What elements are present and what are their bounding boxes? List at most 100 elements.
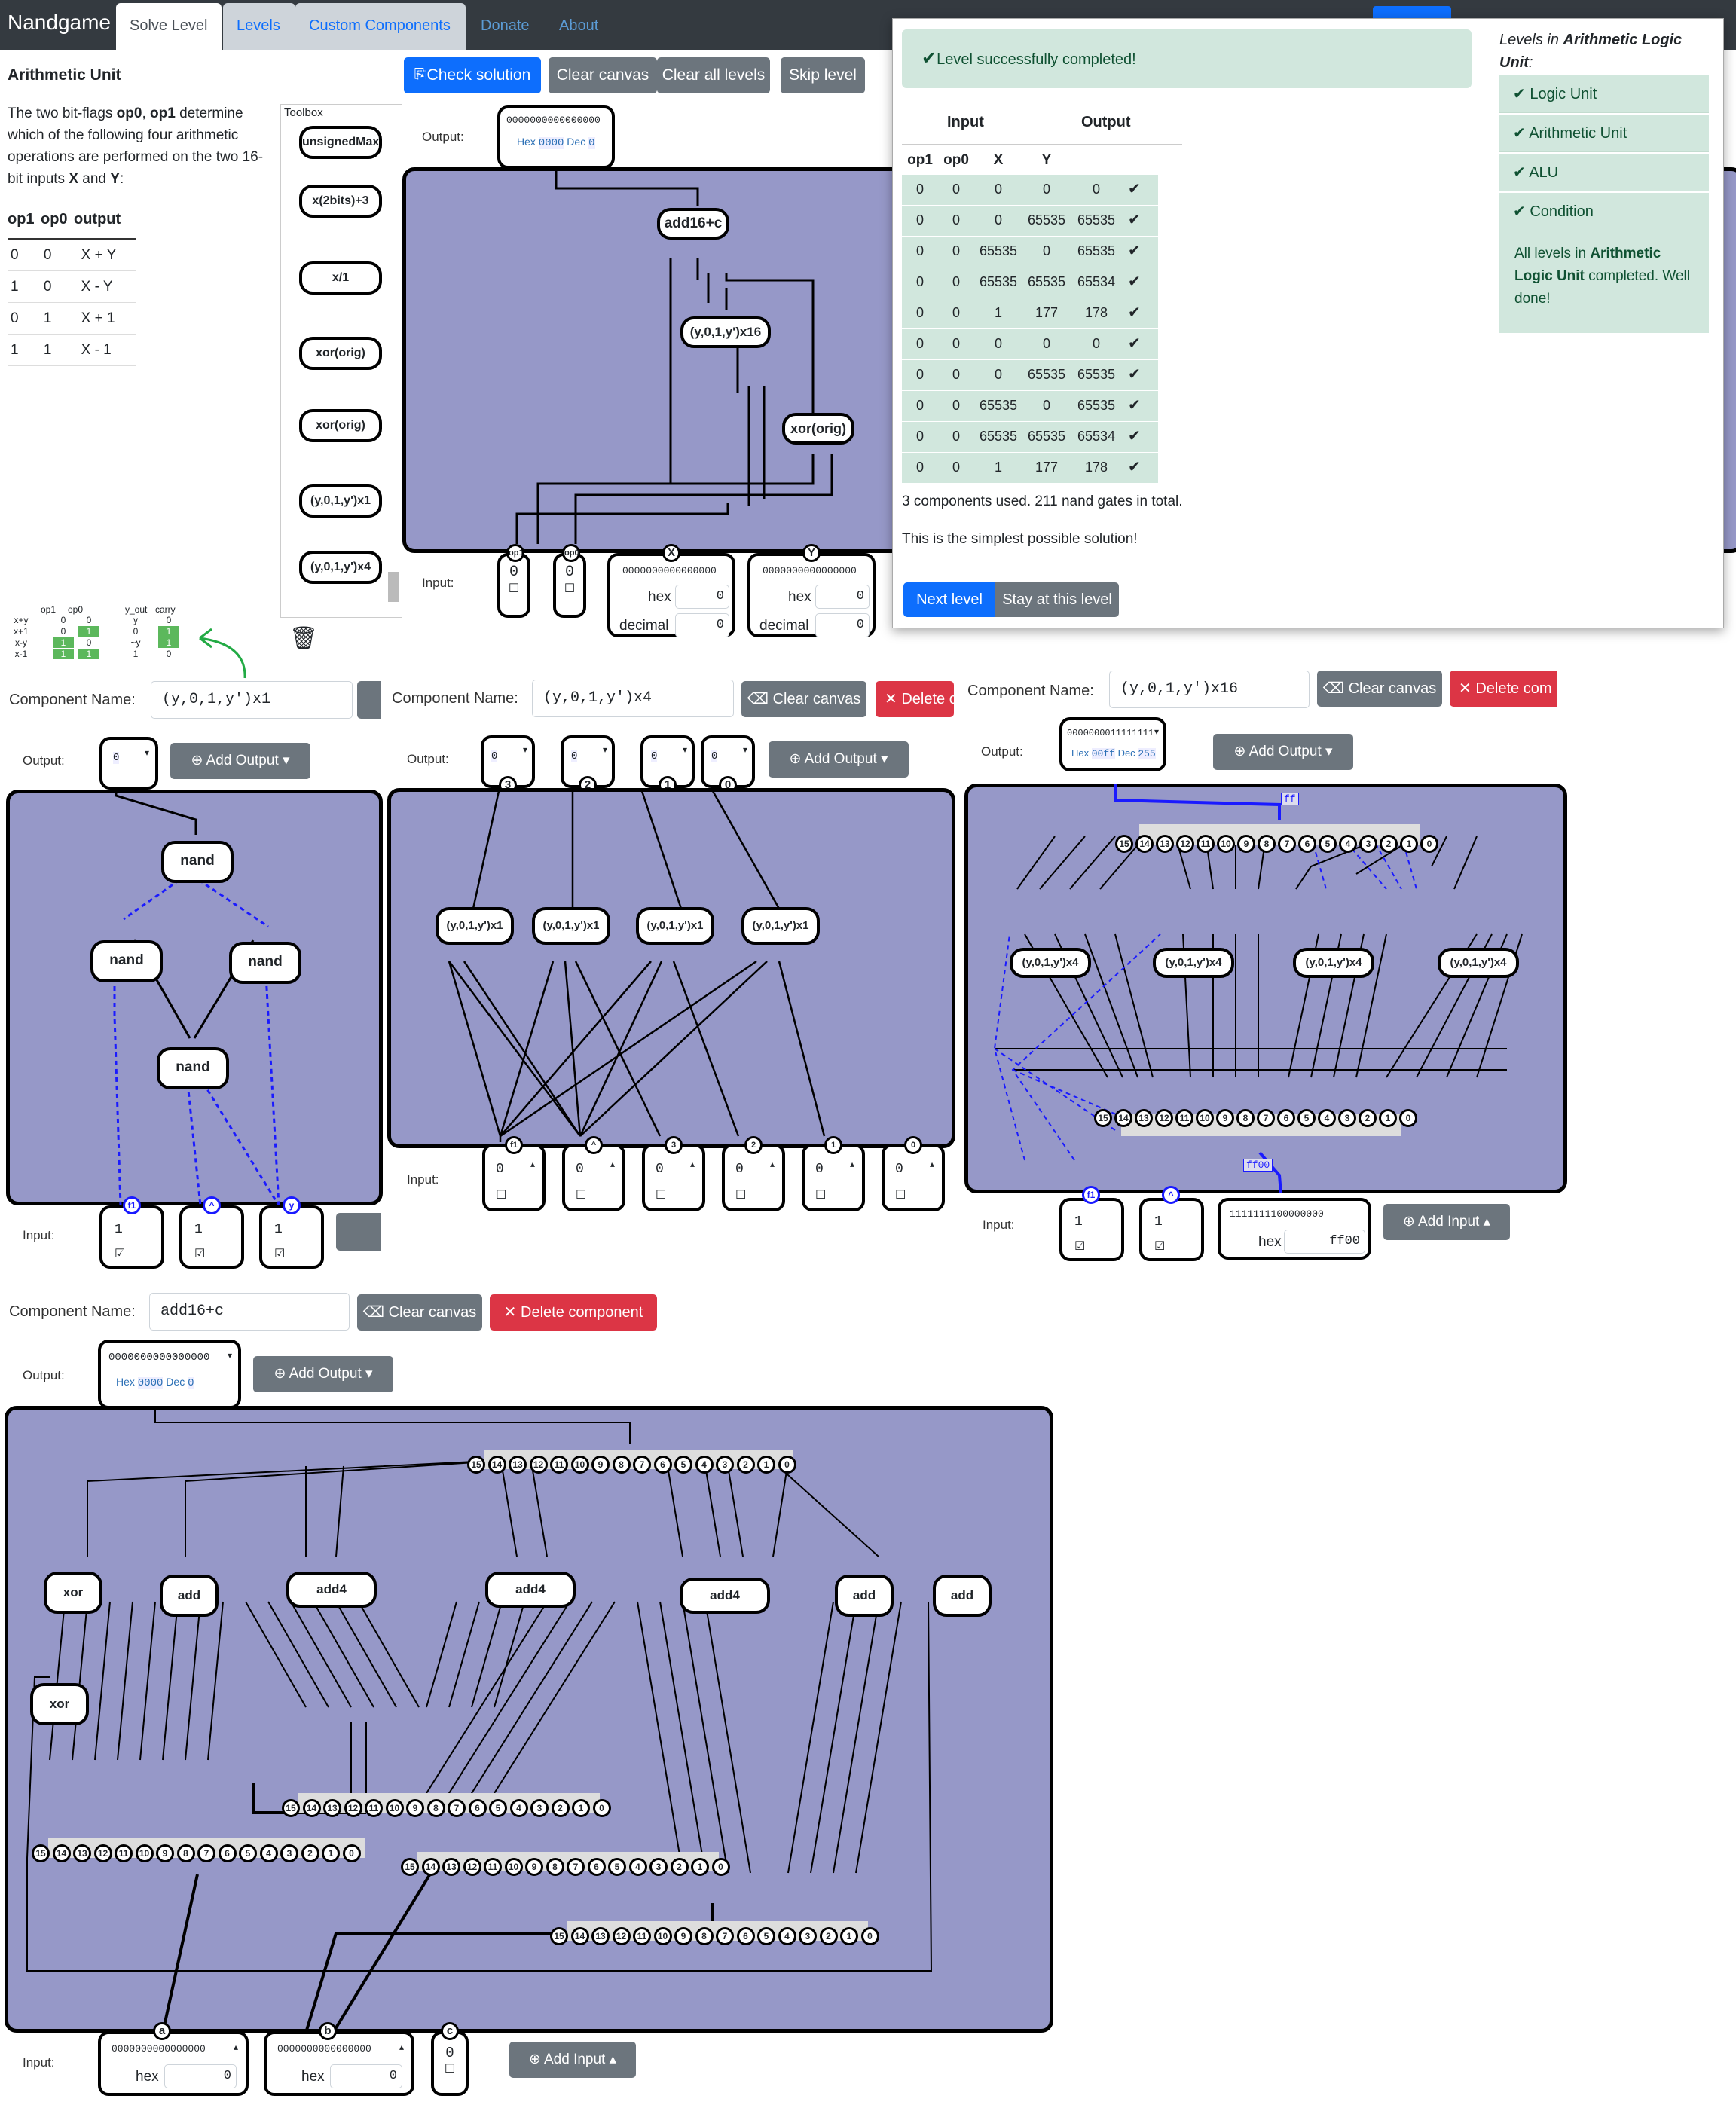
tab-donate[interactable]: Donate xyxy=(467,3,543,50)
comp4-add-input-button[interactable]: ⊕ Add Input ▴ xyxy=(509,2042,636,2078)
comp1-add-output-button[interactable]: ⊕ Add Output ▾ xyxy=(170,743,310,779)
comp3-subcomponent[interactable]: (y,0,1,y')x4 xyxy=(1153,948,1234,978)
y-hex-field[interactable]: 0 xyxy=(815,585,870,609)
next-level-button[interactable]: Next level xyxy=(903,582,995,617)
component-y01y-x16[interactable]: (y,0,1,y')x16 xyxy=(680,316,771,348)
comp4-delete-button[interactable]: ✕ Delete component xyxy=(490,1294,657,1331)
comp2-name-field[interactable]: (y,0,1,y')x4 xyxy=(532,680,734,717)
x-input[interactable]: 0000000000000000 hex 0 decimal 0 xyxy=(607,553,735,637)
check-solution-button[interactable]: ⎘Check solution xyxy=(404,57,541,93)
toolbox-item[interactable]: (y,0,1,y')x4 xyxy=(299,551,382,584)
checkbox-icon[interactable]: ☐ xyxy=(576,1187,586,1202)
comp4-subcomponent[interactable]: add4 xyxy=(286,1572,377,1608)
comp3-add-input-button[interactable]: ⊕ Add Input ▴ xyxy=(1383,1204,1510,1240)
comp4-c-checkbox[interactable]: ☐ xyxy=(434,2061,466,2076)
checkbox-icon[interactable]: ☐ xyxy=(735,1187,746,1202)
comp3-output-box[interactable]: 0000000011111111 ▾ Hex 00ff Dec 255 xyxy=(1059,717,1166,771)
component-add16c[interactable]: add16+c xyxy=(657,208,729,240)
checkbox-checked-icon[interactable]: ☑ xyxy=(1074,1239,1085,1254)
comp4-output-box[interactable]: 0000000000000000 ▾ Hex 0000 Dec 0 xyxy=(98,1340,241,1409)
toolbox-item[interactable]: unsignedMax xyxy=(299,126,382,159)
main-output-box[interactable]: 0000000000000000 Hex 0000 Dec 0 xyxy=(497,105,615,169)
toolbox-item[interactable]: x(2bits)+3 xyxy=(299,185,382,218)
comp1-name-field[interactable]: (y,0,1,y')x1 xyxy=(151,681,353,719)
comp1-output-box[interactable]: 0 ▾ xyxy=(99,737,158,790)
comp4-subcomponent[interactable]: add4 xyxy=(680,1578,770,1614)
comp1-nand-gate-right[interactable]: nand xyxy=(229,942,301,984)
tab-custom-components[interactable]: Custom Components xyxy=(295,3,466,50)
toolbox-item[interactable]: xor(orig) xyxy=(299,337,382,370)
level-list-item[interactable]: ✔ Condition xyxy=(1499,193,1709,231)
comp3-add-output-button[interactable]: ⊕ Add Output ▾ xyxy=(1213,734,1353,770)
comp2-subcomponent[interactable]: (y,0,1,y')x1 xyxy=(532,907,610,945)
tab-about[interactable]: About xyxy=(546,3,612,50)
comp4-a-input[interactable]: 0000000000000000 ▴ hex 0 xyxy=(98,2031,249,2096)
brand-logo[interactable]: Nandgame xyxy=(8,11,111,35)
toolbox-item[interactable]: x/1 xyxy=(299,261,382,295)
comp1-input-1[interactable]: 1 ☑ xyxy=(179,1205,244,1269)
checkbox-icon[interactable]: ☐ xyxy=(895,1187,906,1202)
comp3-input-box[interactable]: 1 ☑ xyxy=(1139,1198,1204,1261)
checkbox-icon[interactable]: ☐ xyxy=(496,1187,506,1202)
comp4-subcomponent[interactable]: add xyxy=(835,1575,894,1617)
op1-input[interactable]: 0 ☐ xyxy=(497,553,530,618)
level-list-item[interactable]: ✔ ALU xyxy=(1499,154,1709,191)
comp3-input-box[interactable]: 1 ☑ xyxy=(1059,1198,1124,1261)
comp2-subcomponent[interactable]: (y,0,1,y')x1 xyxy=(436,907,514,945)
op0-input[interactable]: 0 ☐ xyxy=(553,553,586,618)
comp3-subcomponent[interactable]: (y,0,1,y')x4 xyxy=(1010,948,1091,978)
comp3-hex-field[interactable]: ff00 xyxy=(1284,1230,1365,1254)
toolbox-item[interactable]: xor(orig) xyxy=(299,409,382,442)
comp3-delete-button[interactable]: ✕ Delete com xyxy=(1450,671,1557,707)
comp3-bus-input[interactable]: 1111111100000000 hex ff00 xyxy=(1218,1198,1371,1260)
comp2-clear-button[interactable]: ⌫ Clear canvas xyxy=(741,681,866,717)
comp1-nand-gate-top[interactable]: nand xyxy=(161,841,234,883)
comp4-name-field[interactable]: add16+c xyxy=(149,1293,350,1331)
level-list-item[interactable]: ✔ Logic Unit xyxy=(1499,75,1709,113)
comp3-name-field[interactable]: (y,0,1,y')x16 xyxy=(1109,671,1310,708)
comp2-subcomponent[interactable]: (y,0,1,y')x1 xyxy=(636,907,714,945)
comp1-add-input-button-partial[interactable] xyxy=(336,1213,381,1251)
checkbox-checked-icon[interactable]: ☑ xyxy=(194,1246,205,1261)
comp4-b-hex-field[interactable]: 0 xyxy=(330,2064,402,2088)
y-dec-field[interactable]: 0 xyxy=(815,613,870,637)
trash-icon[interactable]: 🗑 xyxy=(289,625,318,652)
comp4-a-hex-field[interactable]: 0 xyxy=(164,2064,237,2088)
comp4-subcomponent[interactable]: xor xyxy=(44,1572,102,1614)
comp1-clear-button-partial[interactable] xyxy=(357,681,381,719)
comp4-subcomponent[interactable]: add xyxy=(933,1575,992,1617)
comp4-subcomponent[interactable]: add4 xyxy=(485,1572,576,1608)
comp1-input-0[interactable]: 1 ☑ xyxy=(99,1205,164,1269)
skip-level-button[interactable]: Skip level xyxy=(781,57,865,93)
comp4-c-input[interactable]: 0 ☐ xyxy=(431,2031,469,2096)
comp1-nand-gate-bottom[interactable]: nand xyxy=(157,1047,229,1089)
toolbox-item[interactable]: (y,0,1,y')x1 xyxy=(299,484,382,518)
comp4-add-output-button[interactable]: ⊕ Add Output ▾ xyxy=(253,1356,393,1392)
checkbox-checked-icon[interactable]: ☑ xyxy=(274,1246,285,1261)
checkbox-checked-icon[interactable]: ☑ xyxy=(1154,1239,1165,1254)
component-xor-orig[interactable]: xor(orig) xyxy=(782,413,854,445)
checkbox-icon[interactable]: ☐ xyxy=(656,1187,666,1202)
x-dec-field[interactable]: 0 xyxy=(675,613,729,637)
comp3-clear-button[interactable]: ⌫ Clear canvas xyxy=(1317,671,1442,707)
comp1-input-2[interactable]: 1 ☑ xyxy=(259,1205,324,1269)
y-input[interactable]: 0000000000000000 hex 0 decimal 0 xyxy=(747,553,876,637)
op0-checkbox[interactable]: ☐ xyxy=(556,581,583,596)
clear-canvas-button[interactable]: Clear canvas xyxy=(549,57,657,93)
tab-solve-level[interactable]: Solve Level xyxy=(116,3,222,50)
comp2-delete-button[interactable]: ✕ Delete c xyxy=(876,681,957,717)
comp1-nand-gate-left[interactable]: nand xyxy=(90,940,163,982)
stay-level-button[interactable]: Stay at this level xyxy=(995,582,1119,617)
tab-levels[interactable]: Levels xyxy=(223,3,295,50)
comp4-subcomponent[interactable]: add xyxy=(160,1575,219,1617)
x-hex-field[interactable]: 0 xyxy=(675,585,729,609)
comp3-subcomponent[interactable]: (y,0,1,y')x4 xyxy=(1438,948,1519,978)
comp2-add-output-button[interactable]: ⊕ Add Output ▾ xyxy=(769,741,909,778)
comp4-b-input[interactable]: 0000000000000000 ▴ hex 0 xyxy=(264,2031,414,2096)
comp4-subcomponent[interactable]: xor xyxy=(30,1683,89,1725)
clear-all-levels-button[interactable]: Clear all levels xyxy=(657,57,770,93)
comp2-subcomponent[interactable]: (y,0,1,y')x1 xyxy=(741,907,820,945)
comp4-clear-button[interactable]: ⌫ Clear canvas xyxy=(357,1294,482,1331)
toolbox-scrollbar[interactable] xyxy=(388,572,399,602)
checkbox-checked-icon[interactable]: ☑ xyxy=(115,1246,125,1261)
